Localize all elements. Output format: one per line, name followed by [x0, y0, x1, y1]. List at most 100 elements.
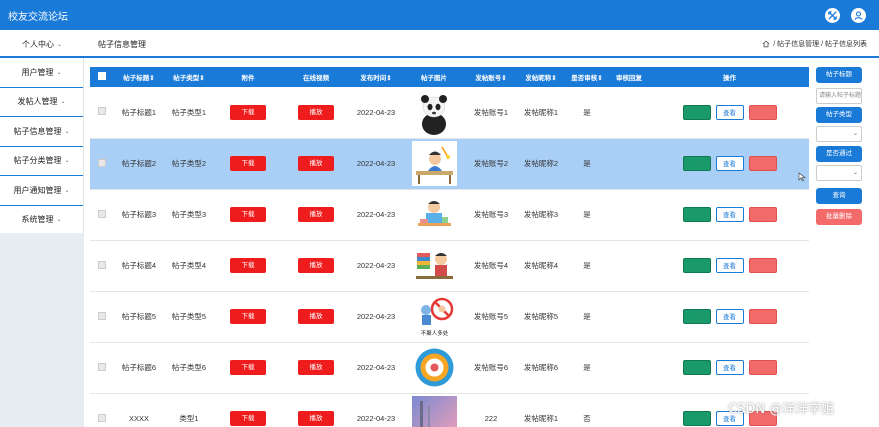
breadcrumb: / 帖子信息管理 / 帖子信息列表 [762, 39, 867, 49]
play-video-button[interactable]: 播放 [298, 156, 334, 171]
delete-button[interactable]: 删除 [748, 360, 777, 375]
cell-nickname: 发帖昵称6 [523, 363, 559, 372]
cell-audited: 是 [583, 363, 591, 372]
table-row[interactable]: 帖子标题6 帖子类型6 下载 播放 2022-04-23 发帖账号6 发帖昵称6 是 修改 查看删… [90, 342, 809, 393]
col-header-nickname[interactable]: 发帖昵称⇕ [516, 67, 566, 87]
col-header-actions: 操作 [723, 75, 736, 82]
play-video-button[interactable]: 播放 [298, 309, 334, 324]
cell-audited: 是 [583, 261, 591, 270]
view-button[interactable]: 查看 [715, 207, 744, 222]
sidebar-item-user-management[interactable]: 用户管理 ⌄ [0, 58, 83, 88]
play-video-button[interactable]: 播放 [298, 360, 334, 375]
cell-nickname: 发帖昵称1 [523, 107, 559, 117]
play-video-button[interactable]: 播放 [298, 104, 334, 120]
col-header-video: 在线视频 [303, 75, 329, 82]
col-header-attachment: 附件 [241, 75, 255, 82]
table-header-row: 帖子标题⇕ 帖子类型⇕ 附件 在线视频 发布时间⇕ 帖子图片 发帖账号⇕ 发帖昵… [90, 67, 809, 87]
delete-button[interactable]: 删除 [748, 207, 777, 222]
row-checkbox[interactable] [98, 311, 106, 320]
view-button[interactable]: 查看 [715, 156, 744, 171]
download-button[interactable]: 下载 [230, 258, 266, 273]
type-select[interactable]: ⌄ [816, 126, 862, 142]
delete-button[interactable]: 删除 [748, 104, 777, 120]
download-button[interactable]: 下载 [230, 309, 266, 324]
sidebar-item-post-category-management[interactable]: 帖子分类管理 ⌄ [0, 147, 83, 176]
col-header-audited[interactable]: 是否审核⇕ [566, 67, 608, 87]
sidebar-item-user-notice-management[interactable]: 用户通知管理 ⌄ [0, 176, 83, 206]
cell-publish-time: 2022-04-23 [356, 414, 396, 423]
mouse-cursor-icon [798, 172, 806, 182]
search-button[interactable]: 查询 [816, 188, 862, 204]
fullscreen-icon[interactable] [825, 8, 840, 23]
personal-center-menu[interactable]: 个人中心 ⌄ [0, 30, 84, 58]
cell-title: 帖子标题1 [121, 107, 157, 117]
delete-button[interactable]: 删除 [748, 258, 777, 273]
row-checkbox[interactable] [98, 209, 106, 218]
edit-button[interactable]: 修改 [682, 104, 711, 120]
chevron-down-icon: ⌄ [56, 69, 62, 76]
download-button[interactable]: 下载 [230, 156, 266, 171]
audit-select[interactable]: ⌄ [816, 165, 862, 181]
cell-post-image [402, 189, 466, 240]
batch-delete-button[interactable]: 批量删除 [816, 209, 862, 225]
cell-title: 帖子标题3 [121, 210, 157, 219]
row-checkbox[interactable] [98, 413, 106, 422]
table-row[interactable]: 帖子标题2 帖子类型2 下载 播放 2022-04-23 发帖账号2 发帖昵称2 是 修改 查看删… [90, 138, 809, 189]
table-row[interactable]: 帖子标题1 帖子类型1 下载 播放 2022-04-23 发帖账号1 发帖昵称1 是 修改 查看删… [90, 87, 809, 138]
download-button[interactable]: 下载 [230, 360, 266, 375]
edit-button[interactable]: 修改 [682, 207, 711, 222]
select-all-checkbox[interactable] [98, 72, 106, 80]
cell-account: 发帖账号1 [473, 107, 509, 117]
view-button[interactable]: 查看 [715, 104, 744, 120]
cell-nickname: 发帖昵称4 [523, 261, 559, 270]
row-checkbox[interactable] [98, 362, 106, 371]
col-header-type[interactable]: 帖子类型⇕ [164, 67, 214, 87]
row-checkbox[interactable] [98, 107, 106, 116]
download-button[interactable]: 下载 [230, 104, 266, 120]
table-row[interactable]: 帖子标题3 帖子类型3 下载 播放 2022-04-23 发帖账号3 发帖昵称3 是 修改 查看删… [90, 189, 809, 240]
cell-audit-reply [608, 393, 650, 427]
cell-post-image [402, 393, 466, 427]
table-row[interactable]: XXXX 类型1 下载 播放 2022-04-23 222 发帖昵称1 否修改 查看 删除 [90, 393, 809, 427]
chevron-down-icon: ⌄ [60, 99, 66, 106]
delete-button[interactable]: 删除 [748, 309, 777, 324]
sidebar-item-label: 帖子分类管理 [13, 156, 62, 166]
view-button[interactable]: 查看 [715, 258, 744, 273]
edit-button[interactable]: 修改 [682, 258, 711, 273]
edit-button[interactable]: 修改 [682, 411, 711, 426]
col-header-account[interactable]: 发帖账号⇕ [466, 67, 516, 87]
home-icon[interactable] [762, 40, 770, 48]
table-row[interactable]: 帖子标题5 帖子类型5 下载 播放 2022-04-23 不聚人多处 发帖账号5 发帖昵称5 是… [90, 291, 809, 342]
play-video-button[interactable]: 播放 [298, 411, 334, 426]
edit-button[interactable]: 修改 [682, 309, 711, 324]
breadcrumb-path[interactable]: / 帖子信息管理 / 帖子信息列表 [773, 39, 867, 49]
sidebar-item-system-management[interactable]: 系统管理 ⌄ [0, 206, 83, 235]
view-button[interactable]: 查看 [715, 360, 744, 375]
col-header-publish-time[interactable]: 发布时间⇕ [350, 67, 402, 87]
delete-button[interactable]: 删除 [748, 156, 777, 171]
sidebar-item-post-info-management[interactable]: 帖子信息管理 ⌄ [0, 117, 83, 147]
sidebar-item-poster-management[interactable]: 发帖人管理 ⌄ [0, 88, 83, 117]
type-filter-label: 帖子类型 [816, 107, 862, 123]
table-row[interactable]: 帖子标题4 帖子类型4 下载 播放 2022-04-23 发帖账号4 发帖昵称4 是 修改 查看删… [90, 240, 809, 291]
download-button[interactable]: 下载 [230, 207, 266, 222]
svg-text:不聚人多处: 不聚人多处 [420, 329, 448, 337]
cell-audited: 是 [583, 107, 591, 117]
row-checkbox[interactable] [98, 260, 106, 269]
row-checkbox[interactable] [98, 158, 106, 167]
cell-publish-time: 2022-04-23 [356, 107, 396, 117]
cell-post-image [402, 138, 466, 189]
edit-button[interactable]: 修改 [682, 156, 711, 171]
play-video-button[interactable]: 播放 [298, 207, 334, 222]
col-header-title[interactable]: 帖子标题⇕ [114, 67, 164, 87]
edit-button[interactable]: 修改 [682, 360, 711, 375]
cell-nickname: 发帖昵称5 [523, 312, 559, 321]
chevron-down-icon: ⌄ [852, 131, 858, 137]
play-video-button[interactable]: 播放 [298, 258, 334, 273]
title-search-input[interactable]: 请输入帖子标题 [816, 88, 862, 104]
cell-audited: 否 [583, 414, 591, 423]
view-button[interactable]: 查看 [715, 309, 744, 324]
user-avatar-icon[interactable] [851, 8, 866, 23]
download-button[interactable]: 下载 [230, 411, 266, 426]
cell-title: 帖子标题6 [121, 363, 157, 372]
